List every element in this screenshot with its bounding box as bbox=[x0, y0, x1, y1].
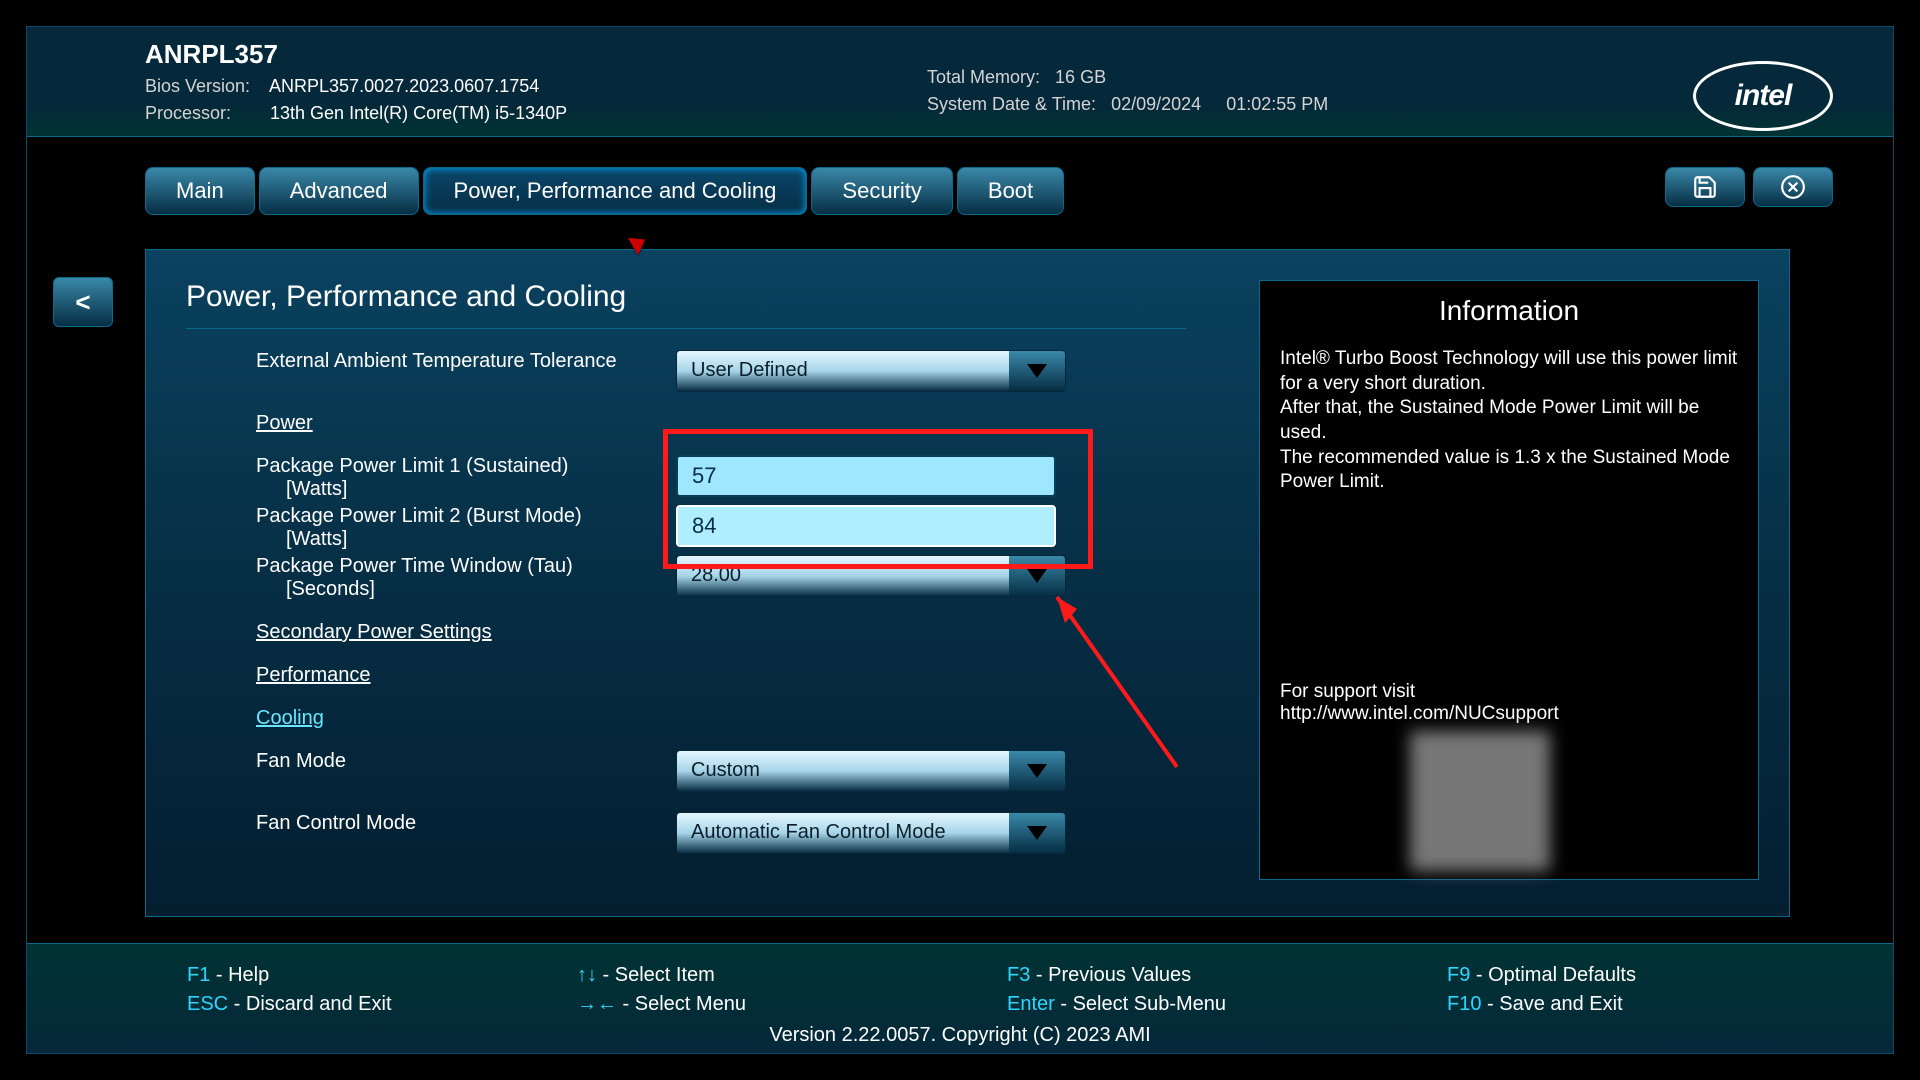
ambient-temp-label: External Ambient Temperature Tolerance bbox=[256, 350, 676, 373]
total-memory-value: 16 GB bbox=[1055, 67, 1106, 87]
chevron-down-icon[interactable] bbox=[1009, 813, 1065, 853]
fan-control-mode-dropdown[interactable]: Automatic Fan Control Mode bbox=[676, 812, 1066, 854]
arrows-ud-key: ↑↓ bbox=[577, 964, 597, 986]
tau-label: Package Power Time Window (Tau) [Seconds… bbox=[256, 555, 676, 601]
arrows-lr-key: →← bbox=[577, 993, 617, 1015]
bios-header: ANRPL357 Bios Version: ANRPL357.0027.202… bbox=[27, 27, 1893, 137]
esc-key: ESC bbox=[187, 993, 228, 1015]
bios-version-label: Bios Version: bbox=[145, 76, 265, 97]
f1-help-text: - Help bbox=[210, 964, 269, 986]
select-menu-text: - Select Menu bbox=[617, 993, 746, 1015]
bios-version-value: ANRPL357.0027.2023.0607.1754 bbox=[269, 76, 539, 96]
system-datetime-label: System Date & Time: bbox=[927, 94, 1096, 114]
fan-control-mode-value: Automatic Fan Control Mode bbox=[677, 813, 1009, 853]
select-item-text: - Select Item bbox=[597, 964, 715, 986]
submenu-text: - Select Sub-Menu bbox=[1055, 993, 1226, 1015]
info-title: Information bbox=[1260, 281, 1758, 341]
info-body: Intel® Turbo Boost Technology will use t… bbox=[1260, 341, 1758, 501]
esc-text: - Discard and Exit bbox=[228, 993, 391, 1015]
support-url: http://www.intel.com/NUCsupport bbox=[1280, 703, 1559, 725]
tab-power-perf-cooling[interactable]: Power, Performance and Cooling bbox=[423, 167, 808, 215]
previous-values-text: - Previous Values bbox=[1030, 964, 1191, 986]
ambient-temp-dropdown[interactable]: User Defined bbox=[676, 350, 1066, 392]
chevron-down-icon[interactable] bbox=[1009, 351, 1065, 391]
support-label: For support visit bbox=[1280, 681, 1559, 703]
optimal-defaults-text: - Optimal Defaults bbox=[1470, 964, 1636, 986]
fan-mode-dropdown[interactable]: Custom bbox=[676, 750, 1066, 792]
fan-mode-value: Custom bbox=[677, 751, 1009, 791]
save-icon bbox=[1692, 174, 1718, 200]
system-time-value: 01:02:55 PM bbox=[1226, 94, 1328, 114]
tab-bar: Main Advanced Power, Performance and Coo… bbox=[145, 167, 1064, 215]
settings-panel: Power, Performance and Cooling External … bbox=[145, 249, 1790, 917]
back-button[interactable]: < bbox=[53, 277, 113, 327]
chevron-down-icon[interactable] bbox=[1009, 556, 1065, 596]
processor-value: 13th Gen Intel(R) Core(TM) i5-1340P bbox=[270, 103, 567, 123]
tau-dropdown[interactable]: 28.00 bbox=[676, 555, 1066, 597]
system-date-value: 02/09/2024 bbox=[1111, 94, 1201, 114]
f9-key: F9 bbox=[1447, 964, 1470, 986]
pl2-input[interactable] bbox=[676, 505, 1056, 547]
chevron-down-icon[interactable] bbox=[1009, 751, 1065, 791]
secondary-power-link[interactable]: Secondary Power Settings bbox=[256, 621, 676, 644]
pl2-label: Package Power Limit 2 (Burst Mode) [Watt… bbox=[256, 505, 676, 551]
exit-icon-button[interactable] bbox=[1753, 167, 1833, 207]
fan-mode-label: Fan Mode bbox=[256, 750, 676, 773]
pl1-label: Package Power Limit 1 (Sustained) [Watts… bbox=[256, 455, 676, 501]
cooling-link[interactable]: Cooling bbox=[256, 707, 676, 730]
total-memory-label: Total Memory: bbox=[927, 67, 1040, 87]
performance-link[interactable]: Performance bbox=[256, 664, 676, 687]
bios-version-footer: Version 2.22.0057. Copyright (C) 2023 AM… bbox=[27, 1024, 1893, 1047]
info-panel: Information Intel® Turbo Boost Technolog… bbox=[1259, 280, 1759, 880]
f1-key: F1 bbox=[187, 964, 210, 986]
tau-value: 28.00 bbox=[677, 556, 1009, 596]
processor-label: Processor: bbox=[145, 103, 265, 124]
intel-logo: intel bbox=[1693, 61, 1833, 131]
f10-key: F10 bbox=[1447, 993, 1481, 1015]
tab-main[interactable]: Main bbox=[145, 167, 255, 215]
close-circle-icon bbox=[1780, 174, 1806, 200]
power-link[interactable]: Power bbox=[256, 412, 676, 435]
fan-control-mode-label: Fan Control Mode bbox=[256, 812, 676, 835]
footer-help-bar: F1 - Help ESC - Discard and Exit ↑↓ - Se… bbox=[27, 943, 1893, 1053]
save-exit-text: - Save and Exit bbox=[1481, 993, 1622, 1015]
f3-key: F3 bbox=[1007, 964, 1030, 986]
panel-title: Power, Performance and Cooling bbox=[186, 280, 626, 314]
tab-security[interactable]: Security bbox=[811, 167, 952, 215]
save-icon-button[interactable] bbox=[1665, 167, 1745, 207]
qr-code bbox=[1410, 731, 1550, 871]
pl1-input[interactable] bbox=[676, 455, 1056, 497]
tab-boot[interactable]: Boot bbox=[957, 167, 1064, 215]
board-name: ANRPL357 bbox=[145, 39, 567, 70]
panel-title-divider bbox=[186, 328, 1186, 329]
ambient-temp-value: User Defined bbox=[677, 351, 1009, 391]
enter-key: Enter bbox=[1007, 993, 1055, 1015]
tab-advanced[interactable]: Advanced bbox=[259, 167, 419, 215]
